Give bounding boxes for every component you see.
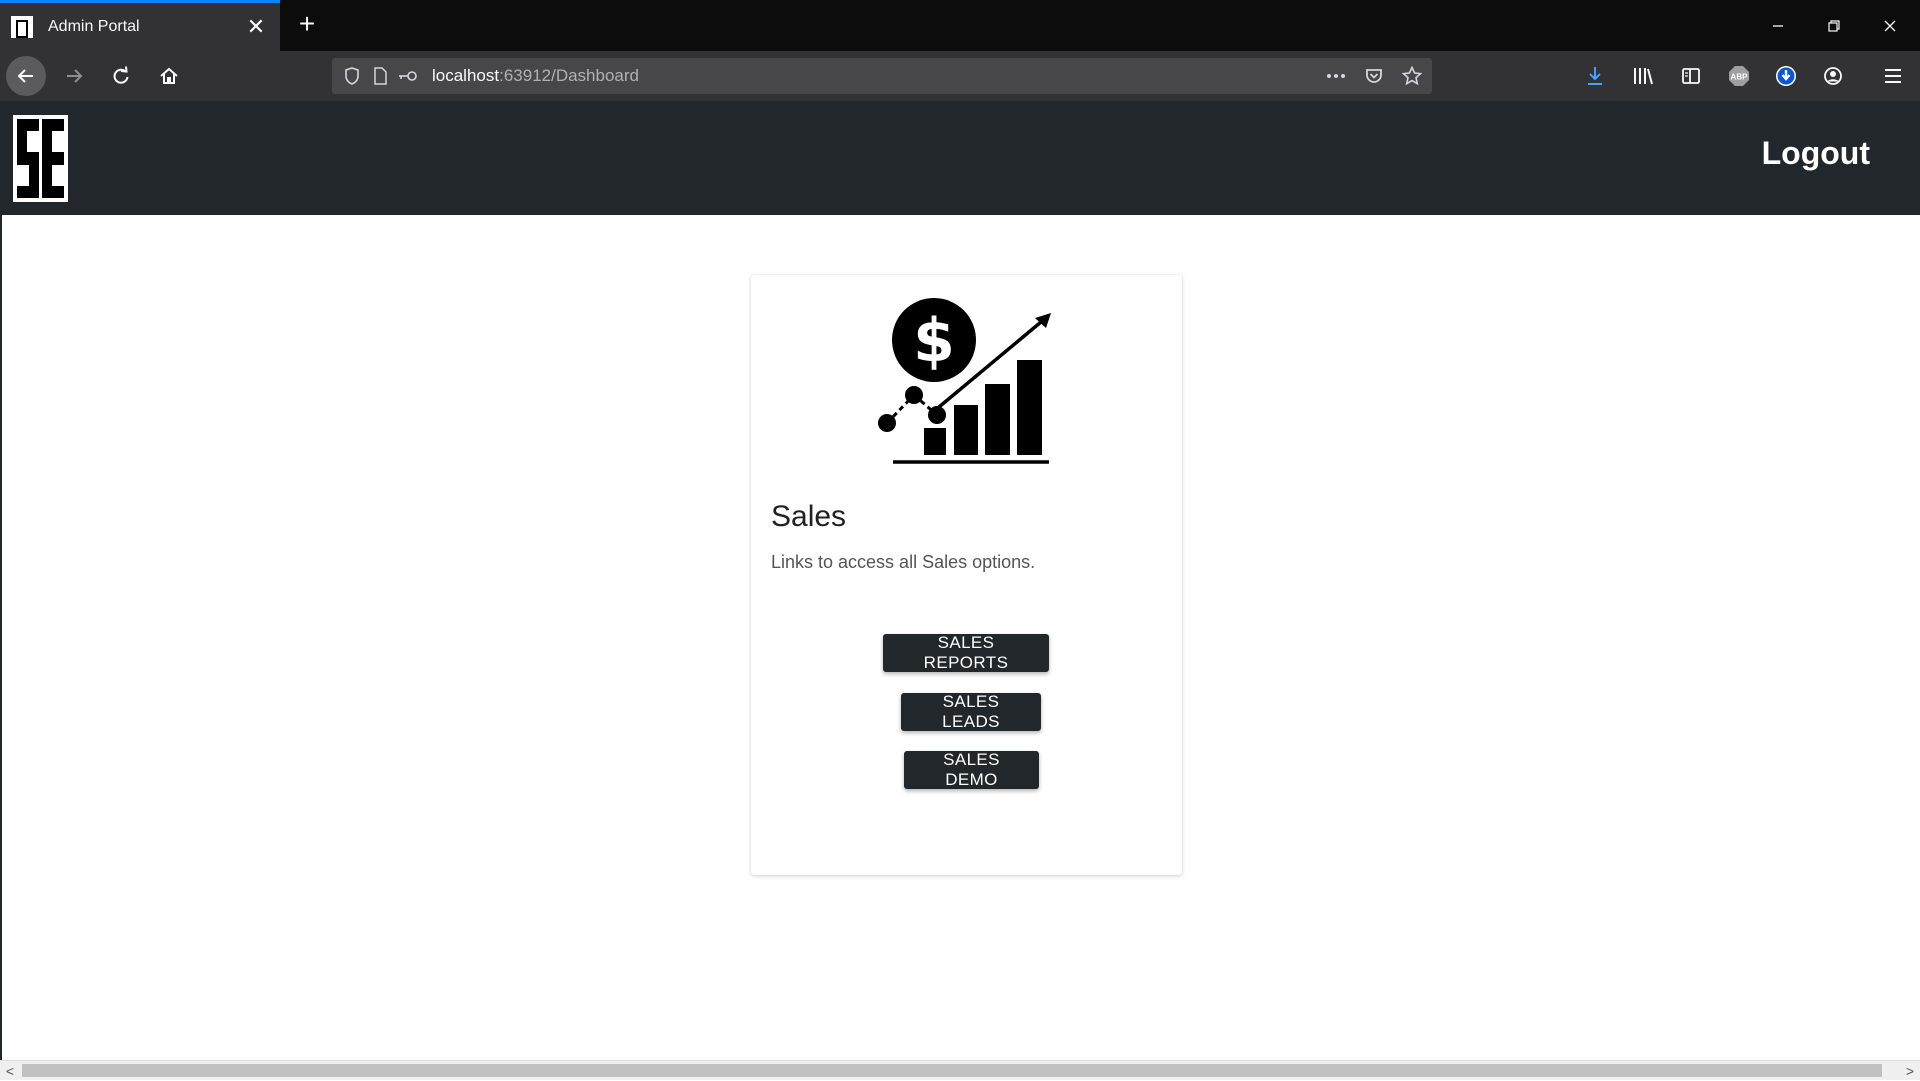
svg-text:$: $ bbox=[913, 306, 955, 376]
menu-icon[interactable] bbox=[1873, 56, 1913, 96]
logout-link[interactable]: Logout bbox=[1762, 135, 1870, 172]
browser-tab-strip: Admin Portal ✕ + bbox=[0, 0, 1920, 51]
card-description: Links to access all Sales options. bbox=[771, 552, 1036, 572]
abp-icon[interactable]: ABP bbox=[1719, 56, 1759, 96]
download-icon[interactable] bbox=[1575, 56, 1615, 96]
card-title: Sales bbox=[771, 500, 847, 533]
shield-icon[interactable] bbox=[338, 62, 366, 90]
scroll-right-arrow[interactable]: > bbox=[1900, 1061, 1920, 1081]
tab-title: Admin Portal bbox=[48, 18, 140, 35]
tab-close-icon[interactable]: ✕ bbox=[242, 16, 270, 38]
sidebar-icon[interactable] bbox=[1671, 56, 1711, 96]
minimize-icon[interactable] bbox=[1750, 0, 1806, 51]
svg-text:ABP: ABP bbox=[1731, 73, 1749, 82]
forward-arrow-icon[interactable] bbox=[54, 56, 94, 96]
sales-reports-button[interactable]: SALES REPORTS bbox=[883, 633, 1049, 672]
site-header: Logout bbox=[0, 101, 1920, 215]
horizontal-scrollbar[interactable]: < > bbox=[0, 1060, 1920, 1080]
url-path: :63912/Dashboard bbox=[499, 66, 639, 85]
url-text[interactable]: localhost:63912/Dashboard bbox=[432, 66, 639, 86]
sales-growth-chart-icon: $ bbox=[871, 295, 1061, 465]
sales-card: $ Sales Links to access all Sales option… bbox=[751, 275, 1182, 875]
pocket-icon[interactable] bbox=[1360, 62, 1388, 90]
star-icon[interactable] bbox=[1398, 62, 1426, 90]
key-icon[interactable] bbox=[394, 62, 422, 90]
reload-icon[interactable] bbox=[101, 56, 141, 96]
sales-demo-button[interactable]: SALES DEMO bbox=[904, 750, 1039, 789]
window-close-icon[interactable] bbox=[1862, 0, 1918, 51]
browser-toolbar: localhost:63912/Dashboard ABP bbox=[0, 51, 1920, 101]
url-host: localhost bbox=[432, 66, 500, 85]
back-arrow-icon[interactable] bbox=[6, 56, 46, 96]
page-icon[interactable] bbox=[366, 62, 394, 90]
sales-leads-button[interactable]: SALES LEADS bbox=[901, 692, 1041, 731]
address-bar[interactable]: localhost:63912/Dashboard bbox=[332, 58, 1432, 94]
scrollbar-thumb[interactable] bbox=[22, 1064, 1882, 1077]
site-favicon-icon bbox=[11, 16, 33, 38]
extension-icon[interactable] bbox=[1766, 56, 1806, 96]
scroll-left-arrow[interactable]: < bbox=[0, 1061, 20, 1081]
browser-tab-active[interactable]: Admin Portal ✕ bbox=[0, 0, 280, 51]
home-icon[interactable] bbox=[149, 56, 189, 96]
restore-icon[interactable] bbox=[1806, 0, 1862, 51]
account-icon[interactable] bbox=[1813, 56, 1853, 96]
site-logo[interactable] bbox=[13, 115, 68, 202]
library-icon[interactable] bbox=[1623, 56, 1663, 96]
page-left-border bbox=[0, 215, 2, 1060]
new-tab-button[interactable]: + bbox=[292, 10, 322, 40]
more-icon[interactable] bbox=[1322, 62, 1350, 90]
